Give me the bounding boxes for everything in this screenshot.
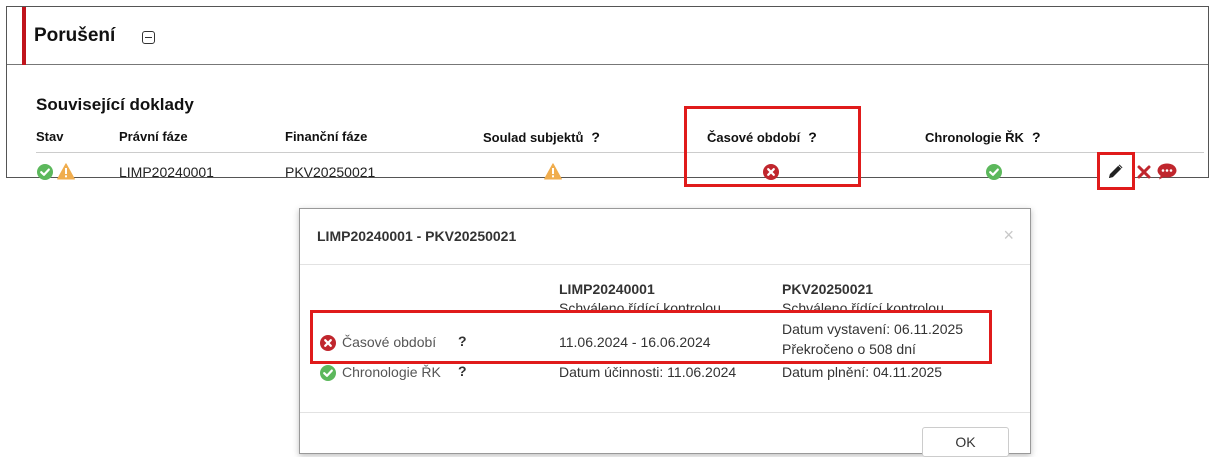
panel-accent-bar <box>22 7 26 65</box>
column-header-pravni-faze: Právní fáze <box>119 129 188 144</box>
close-x-icon[interactable] <box>1137 165 1151 179</box>
violations-panel: Porušení Související doklady Stav Právní… <box>6 6 1209 190</box>
comment-icon[interactable] <box>1157 163 1177 180</box>
check-circle-icon <box>986 164 1002 180</box>
dialog-title: LIMP20240001 - PKV20250021 <box>317 228 517 244</box>
column-header-financni-faze: Finanční fáze <box>285 129 367 144</box>
help-icon[interactable]: ? <box>1032 129 1041 145</box>
dialog-footer-divider <box>300 412 1030 413</box>
section-title: Související doklady <box>36 95 194 114</box>
row-financni-faze: PKV20250021 <box>285 164 376 180</box>
dialog-row-value2-line1: Datum plnění: 04.11.2025 <box>782 364 943 380</box>
column-header-label: Stav <box>36 129 64 144</box>
collapse-minus-icon[interactable] <box>142 31 155 44</box>
panel-title: Porušení <box>34 25 116 46</box>
column-header-stav: Stav <box>36 129 63 144</box>
close-icon[interactable]: × <box>1003 225 1014 246</box>
warning-triangle-icon <box>544 163 562 180</box>
dialog-col1-header: LIMP20240001 <box>559 281 655 297</box>
column-header-chronologie-rk: Chronologie ŘK? <box>925 129 1041 145</box>
column-header-label: Chronologie ŘK <box>925 130 1024 145</box>
highlight-box <box>684 106 861 187</box>
column-header-soulad-subjektu: Soulad subjektů? <box>483 129 600 145</box>
table-header-divider <box>36 152 1204 153</box>
dialog-row-label: Chronologie ŘK <box>342 364 441 380</box>
column-header-label: Soulad subjektů <box>483 130 584 145</box>
row-pravni-faze: LIMP20240001 <box>119 164 214 180</box>
column-header-label: Právní fáze <box>119 129 188 144</box>
dialog-col2-header: PKV20250021 <box>782 281 874 297</box>
check-circle-icon <box>37 164 53 180</box>
edit-button[interactable] <box>1097 152 1135 190</box>
help-icon[interactable]: ? <box>458 363 467 379</box>
highlight-box <box>310 310 992 364</box>
pencil-icon <box>1107 162 1125 180</box>
panel-header: Porušení <box>7 7 1208 65</box>
warning-triangle-icon <box>57 163 75 180</box>
help-icon[interactable]: ? <box>591 129 600 145</box>
check-circle-icon <box>320 365 336 381</box>
dialog-header: LIMP20240001 - PKV20250021 × <box>300 209 1030 265</box>
column-header-label: Finanční fáze <box>285 129 368 144</box>
ok-button[interactable]: OK <box>922 427 1009 457</box>
detail-dialog: LIMP20240001 - PKV20250021 × LIMP2024000… <box>299 208 1031 457</box>
dialog-row-value1: Datum účinnosti: 11.06.2024 <box>559 364 737 380</box>
